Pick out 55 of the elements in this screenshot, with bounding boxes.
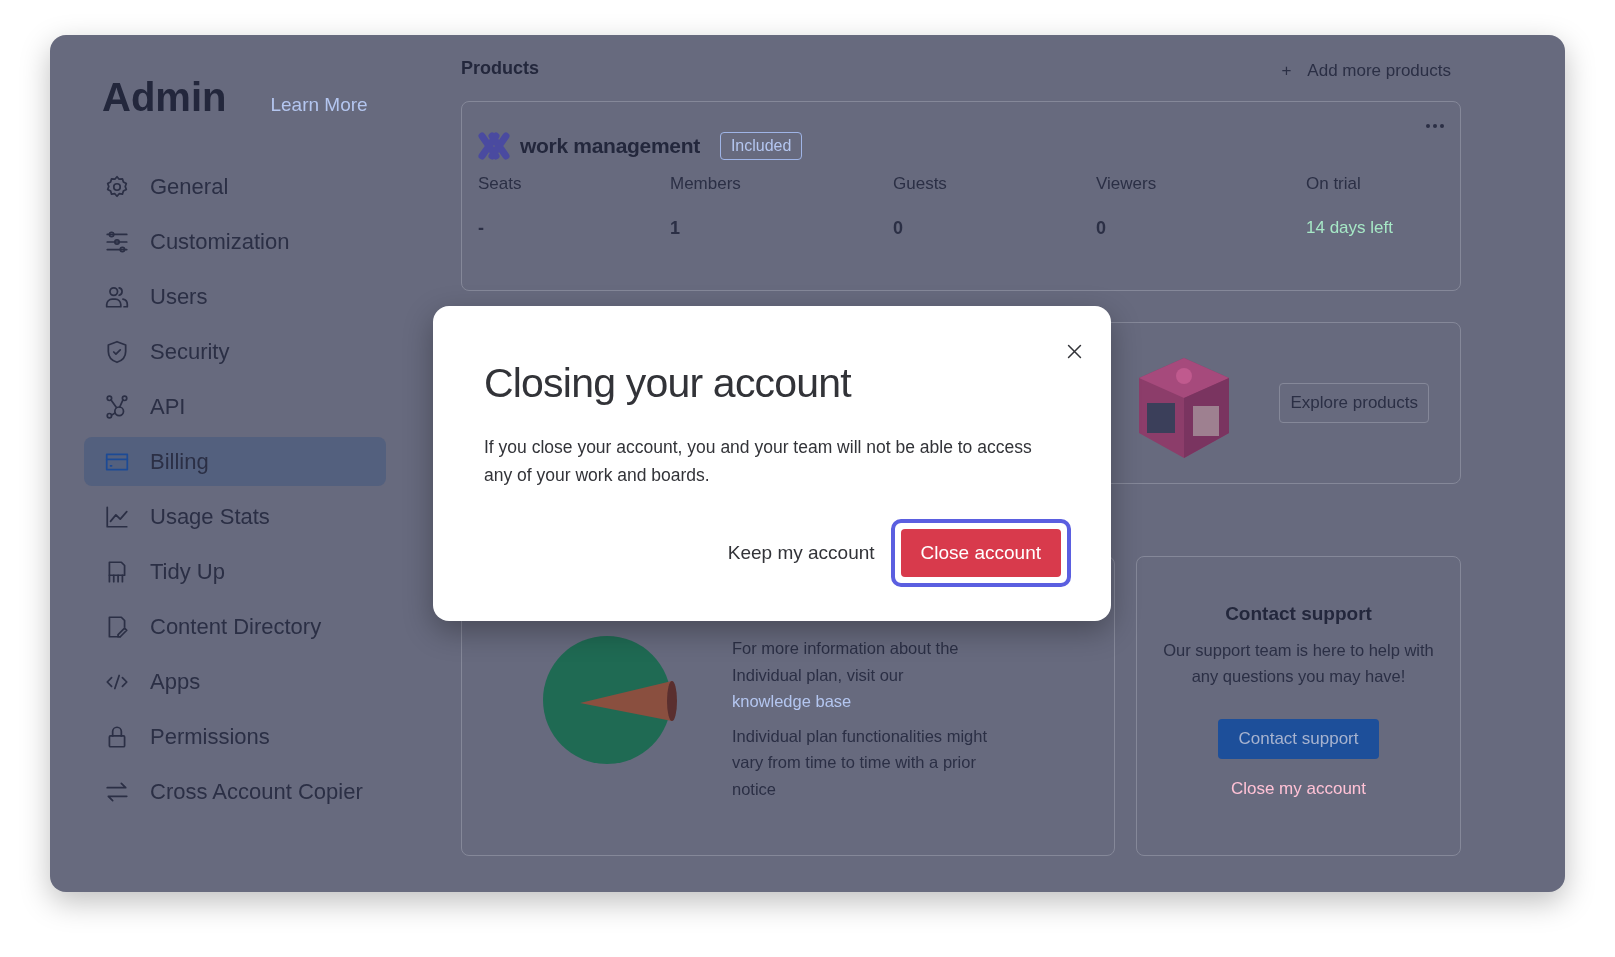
learn-more-link[interactable]: Learn More — [270, 94, 368, 116]
lock-icon — [108, 725, 126, 748]
knowledge-base-link[interactable]: knowledge base — [732, 692, 852, 710]
sidebar-item[interactable]: Tidy Up — [84, 547, 386, 596]
stat-label: Seats — [478, 174, 523, 194]
shield-check-icon — [107, 340, 127, 363]
info-note: Individual plan functionalities might vary from time to time with a prior notice — [732, 725, 988, 800]
swap-arrows-icon — [106, 781, 128, 802]
explore-products-button[interactable]: Explore products — [1279, 383, 1429, 423]
close-icon[interactable] — [1066, 343, 1083, 360]
users-icon — [105, 286, 129, 308]
gear-icon — [106, 175, 128, 197]
support-title: Contact support — [1225, 603, 1372, 625]
sidebar-item[interactable]: Users — [84, 272, 386, 321]
dialog-title: Closing your account — [484, 360, 853, 407]
stat-label: On trial — [1306, 174, 1362, 194]
included-badge: Included — [719, 132, 803, 160]
product-name: work management — [520, 134, 700, 158]
product-logo-icon — [478, 132, 512, 160]
close-account-link[interactable]: Close my account — [1230, 779, 1367, 799]
sidebar-item[interactable]: General — [84, 162, 386, 211]
document-edit-icon — [108, 615, 128, 638]
stat-label: Viewers — [1096, 174, 1158, 194]
sidebar-item[interactable]: Billing — [84, 437, 386, 486]
close-account-button[interactable]: Close account — [900, 529, 1061, 577]
api-icon — [106, 394, 128, 419]
stat-value: 14 days left — [1306, 218, 1394, 238]
sidebar-item[interactable]: Permissions — [84, 712, 386, 761]
sidebar-item[interactable]: Content Directory — [84, 602, 386, 651]
add-products-button[interactable]: + Add more products — [1281, 57, 1451, 85]
sidebar-item[interactable]: Apps — [84, 657, 386, 706]
stat-value: 0 — [893, 218, 904, 239]
stat-label: Guests — [893, 174, 948, 194]
sidebar-item[interactable]: Security — [84, 327, 386, 376]
stat-label: Members — [670, 174, 742, 194]
sidebar-item[interactable]: API — [84, 382, 386, 431]
contact-support-button[interactable]: Contact support — [1218, 719, 1379, 759]
section-heading: Products — [461, 57, 539, 79]
keep-account-button[interactable]: Keep my account — [727, 542, 875, 564]
document-brush-icon — [108, 560, 126, 583]
sidebar-item[interactable]: Usage Stats — [84, 492, 386, 541]
credit-card-icon — [105, 453, 129, 470]
page-title: Admin — [102, 75, 227, 120]
sidebar-item[interactable]: Customization — [84, 217, 386, 266]
stat-value: - — [478, 218, 485, 239]
dialog-message: If you close your account, you and your team will not be able to access any of your work and boards. — [484, 436, 1033, 487]
sidebar-item[interactable]: Cross Account Copier — [84, 767, 386, 816]
stat-value: 0 — [1096, 218, 1107, 239]
stat-value: 1 — [670, 218, 681, 239]
code-icon — [106, 674, 128, 689]
info-paragraph: For more information about the Individual plan, visit our knowledge base — [732, 638, 960, 712]
more-options-icon[interactable] — [1426, 124, 1444, 128]
line-chart-icon — [106, 505, 128, 528]
sliders-icon — [106, 230, 128, 253]
support-text: Our support team is here to help with any questions you may have! — [1162, 640, 1435, 687]
